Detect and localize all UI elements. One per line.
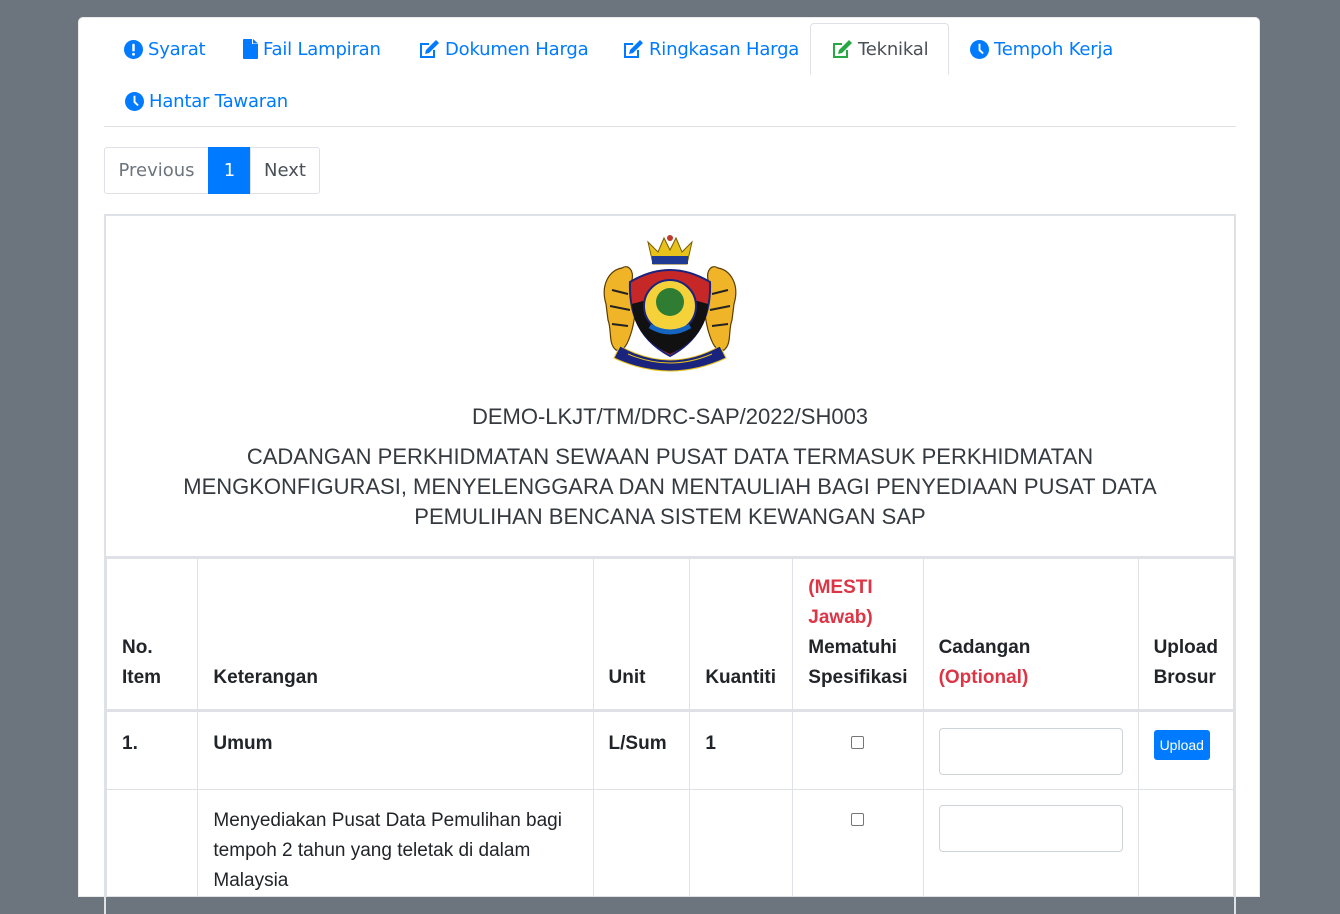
- col-header-unit: Unit: [592, 558, 691, 712]
- table-row: Menyediakan Pusat Data Pemulihan bagi te…: [105, 789, 1235, 897]
- optional-label: (Optional): [938, 667, 1029, 688]
- clock-icon: [970, 39, 989, 59]
- document-reference: DEMO-LKJT/TM/DRC-SAP/2022/SH003: [471, 404, 869, 429]
- tab-label: Fail Lampiran: [263, 38, 381, 60]
- clock-icon: [125, 91, 144, 111]
- page-1-button[interactable]: 1: [208, 147, 251, 194]
- cell-keterangan: Umum: [197, 710, 594, 790]
- col-header-upload: Upload Brosur: [1137, 558, 1235, 712]
- edit-icon: [624, 40, 643, 58]
- pagination: Previous 1 Next: [104, 147, 320, 194]
- exclamation-circle-icon: [124, 39, 143, 59]
- comply-checkbox[interactable]: [851, 813, 865, 826]
- mesti-jawab-label: (MESTI Jawab): [808, 577, 873, 628]
- tab-syarat[interactable]: Syarat: [124, 23, 206, 75]
- cell-unit: L/Sum: [592, 710, 691, 790]
- file-icon: [243, 39, 258, 59]
- tab-hantar-tawaran[interactable]: Hantar Tawaran: [125, 75, 288, 127]
- tab-fail-lampiran[interactable]: Fail Lampiran: [243, 23, 381, 75]
- cadangan-input[interactable]: [938, 728, 1123, 775]
- next-page-button[interactable]: Next: [250, 147, 320, 194]
- cell-keterangan: Menyediakan Pusat Data Pemulihan bagi te…: [197, 789, 594, 897]
- cadangan-input[interactable]: [938, 805, 1123, 852]
- mematuhi-label: Mematuhi Spesifikasi: [808, 637, 908, 688]
- cell-cadangan: [922, 710, 1139, 790]
- cell-no: [105, 789, 199, 897]
- tab-label: Ringkasan Harga: [649, 38, 800, 60]
- cell-upload: [1137, 789, 1235, 897]
- tab-dokumen-harga[interactable]: Dokumen Harga: [418, 23, 589, 75]
- cell-cadangan: [922, 789, 1139, 897]
- document-title: CADANGAN PERKHIDMATAN SEWAAN PUSAT DATA …: [183, 444, 1157, 529]
- cell-kuantiti: [689, 789, 794, 897]
- comply-checkbox[interactable]: [851, 736, 865, 749]
- tab-label: Tempoh Kerja: [994, 38, 1114, 60]
- crest-logo: [603, 235, 737, 372]
- cell-mematuhi: [792, 710, 924, 790]
- col-header-cadangan: Cadangan (Optional): [922, 558, 1139, 712]
- cell-no: 1.: [105, 710, 199, 790]
- specification-table: No. Item Keterangan Unit Kuantiti (MESTI…: [105, 558, 1235, 897]
- tab-label: Teknikal: [858, 38, 929, 60]
- tab-tempoh-kerja[interactable]: Tempoh Kerja: [970, 23, 1113, 75]
- table-header-row: No. Item Keterangan Unit Kuantiti (MESTI…: [105, 558, 1235, 712]
- col-header-keterangan: Keterangan: [197, 558, 594, 712]
- document-header: DEMO-LKJT/TM/DRC-SAP/2022/SH003 CADANGAN…: [106, 216, 1234, 558]
- previous-page-button[interactable]: Previous: [104, 147, 209, 194]
- tab-label: Syarat: [148, 38, 206, 60]
- cell-mematuhi: [792, 789, 924, 897]
- cell-upload: Upload: [1137, 710, 1235, 790]
- col-header-kuantiti: Kuantiti: [689, 558, 794, 712]
- edit-icon: [833, 40, 852, 58]
- document-panel: DEMO-LKJT/TM/DRC-SAP/2022/SH003 CADANGAN…: [104, 214, 1236, 914]
- tab-bar: Syarat Fail Lampiran Dokumen Harga Ringk…: [104, 23, 1236, 127]
- tab-label: Hantar Tawaran: [149, 90, 289, 112]
- col-header-mematuhi: (MESTI Jawab) Mematuhi Spesifikasi: [792, 558, 924, 712]
- cell-kuantiti: 1: [689, 710, 794, 790]
- tab-ringkasan-harga[interactable]: Ringkasan Harga: [622, 23, 799, 75]
- cadangan-label: Cadangan: [938, 637, 1031, 658]
- col-header-no-item: No. Item: [105, 558, 199, 712]
- tab-teknikal[interactable]: Teknikal: [810, 23, 949, 75]
- table-row: 1. Umum L/Sum 1 Upload: [105, 710, 1235, 790]
- upload-button[interactable]: Upload: [1153, 730, 1210, 760]
- main-card: Syarat Fail Lampiran Dokumen Harga Ringk…: [78, 17, 1260, 914]
- cell-unit: [592, 789, 691, 897]
- tab-label: Dokumen Harga: [445, 38, 589, 60]
- edit-icon: [420, 40, 439, 58]
